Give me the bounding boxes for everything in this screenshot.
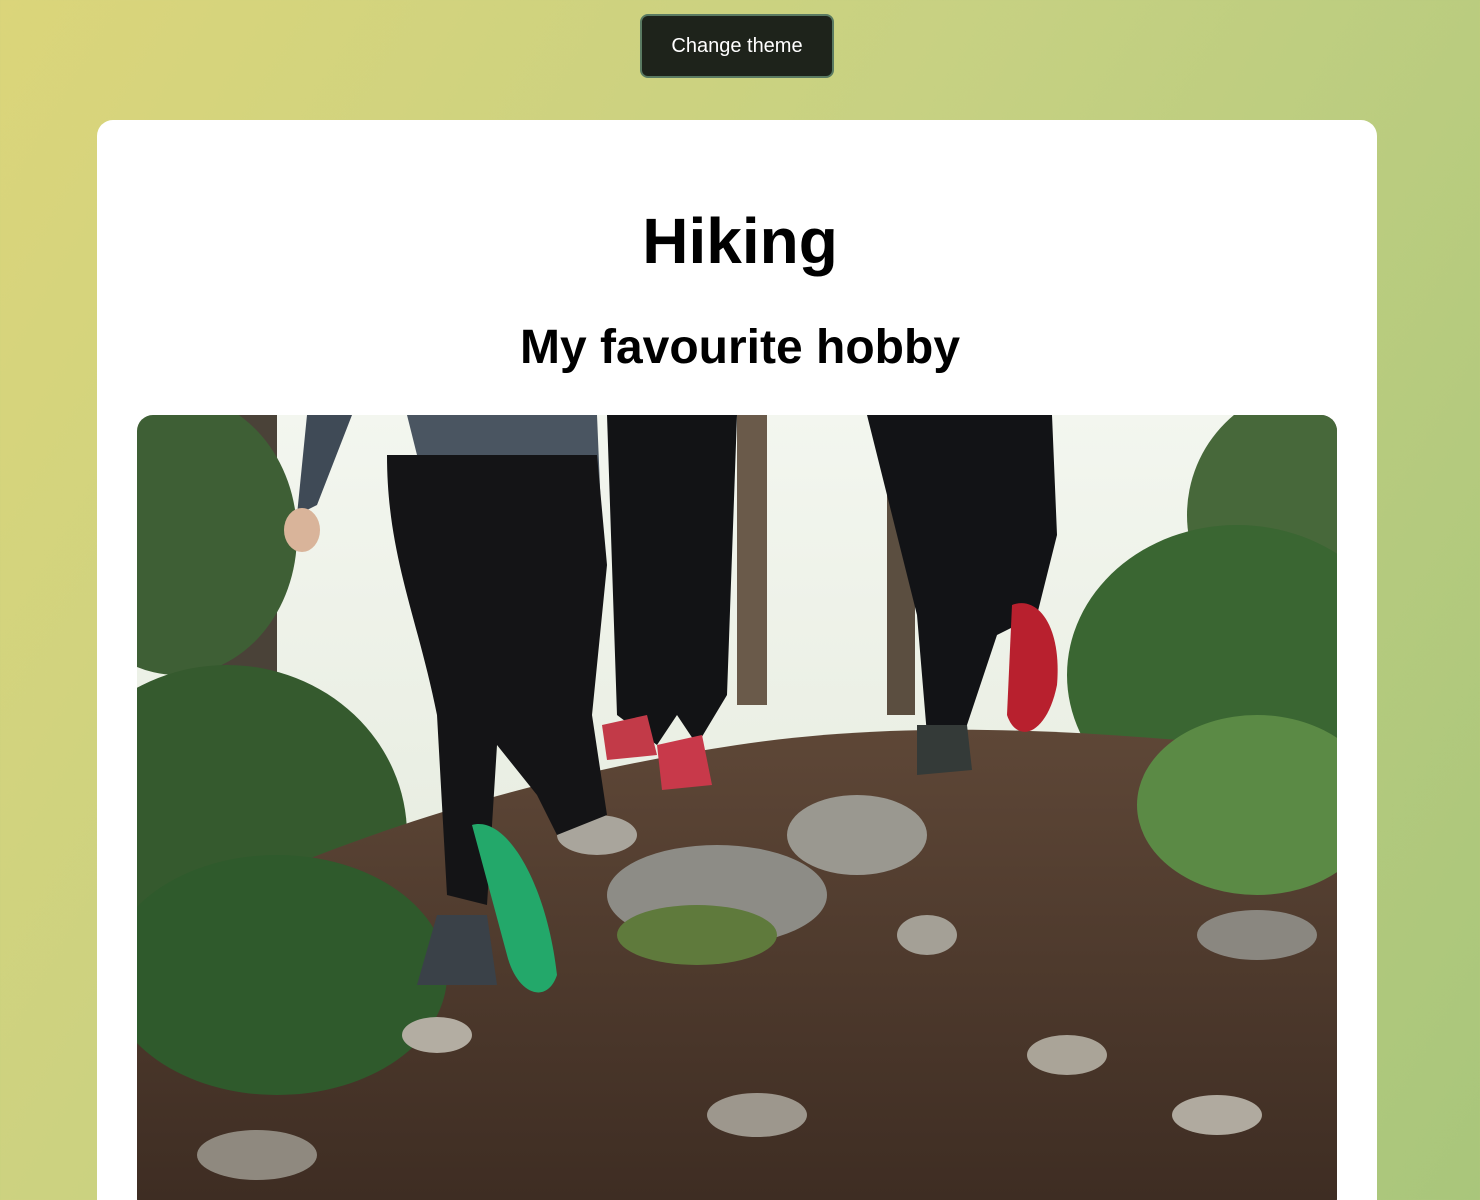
- change-theme-button[interactable]: Change theme: [640, 14, 834, 78]
- page-subtitle: My favourite hobby: [519, 321, 961, 374]
- hiking-photo: [137, 415, 1337, 1200]
- page-title: Hiking: [642, 205, 838, 277]
